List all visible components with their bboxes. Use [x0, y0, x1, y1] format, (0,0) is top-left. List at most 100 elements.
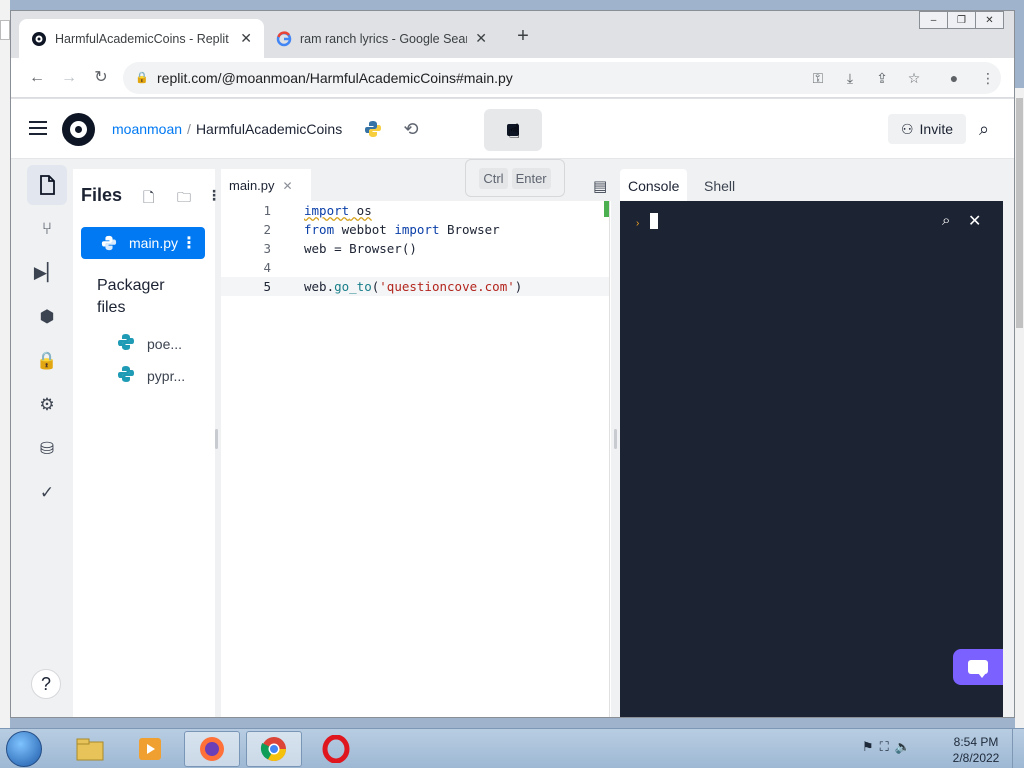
breadcrumb: moanmoan / HarmfulAcademicCoins [112, 121, 342, 137]
database-icon[interactable]: ⛁ [27, 429, 67, 469]
tab-console[interactable]: Console [620, 169, 688, 201]
show-desktop-button[interactable] [1012, 729, 1024, 768]
file-item-main-py[interactable]: main.py ⋮ [81, 227, 205, 259]
replit-logo[interactable] [62, 113, 95, 146]
action-center-icon[interactable]: ⚑ [862, 739, 874, 755]
replit-workspace: moanmoan / HarmfulAcademicCoins ⟲ ☝ ⚇ Invi… [11, 99, 1014, 717]
back-arrow-icon[interactable]: ← [27, 68, 47, 88]
console-output[interactable]: › ⌕ ✕ [620, 201, 1003, 717]
maximize-button[interactable]: ❐ [947, 11, 976, 29]
new-tab-button[interactable]: + [511, 25, 535, 48]
breadcrumb-user[interactable]: moanmoan [112, 121, 182, 137]
firefox-icon[interactable] [184, 731, 240, 767]
minimize-button[interactable]: – [919, 11, 948, 29]
clock[interactable]: 8:54 PM 2/8/2022 [944, 734, 1008, 766]
search-icon[interactable]: ⌕ [979, 119, 989, 140]
pane-resize-handle[interactable] [215, 429, 218, 449]
run-shortcut-tooltip: Ctrl Enter [465, 159, 565, 197]
profile-icon[interactable]: ● [945, 70, 963, 86]
share-icon[interactable]: ⇪ [873, 70, 891, 87]
forward-arrow-icon[interactable]: → [59, 68, 79, 88]
add-person-icon: ⚇ [900, 120, 914, 137]
pane-resize-handle[interactable] [614, 429, 617, 449]
invite-label: Invite [919, 121, 954, 137]
packager-file-item[interactable]: pypr... [117, 365, 185, 386]
help-icon[interactable]: ? [31, 669, 61, 699]
window-controls: – ❐ ✕ [919, 11, 1004, 29]
kbd-ctrl: Ctrl [479, 167, 508, 189]
tab-title: HarmfulAcademicCoins - Replit [55, 31, 229, 46]
chat-bubble-icon [968, 660, 988, 678]
code-line: 3 web = Browser() [221, 239, 609, 258]
line-source: from webbot import Browser [304, 222, 500, 237]
network-icon[interactable]: ⛶ [880, 739, 889, 755]
menu-dots-icon[interactable]: ⋮ [979, 70, 997, 87]
files-tool-icon[interactable] [27, 165, 67, 205]
google-favicon-icon [276, 30, 292, 47]
kbd-enter: Enter [511, 167, 551, 189]
system-tray: ⚑ ⛶ 🔈 [862, 739, 911, 755]
secrets-lock-icon[interactable]: 🔒 [27, 341, 67, 381]
install-icon[interactable]: ⤓ [841, 70, 859, 87]
tab-google[interactable]: ram ranch lyrics - Google Search ✕ [264, 19, 499, 58]
breadcrumb-separator: / [187, 121, 191, 137]
editor-tab-main-py[interactable]: main.py ✕ [221, 169, 311, 201]
unit-tests-check-icon[interactable]: ✓ [27, 473, 67, 513]
python-file-icon [117, 333, 135, 354]
browser-window: HarmfulAcademicCoins - Replit ✕ ram ranc… [10, 10, 1015, 718]
workspace-header: moanmoan / HarmfulAcademicCoins ⟲ ☝ ⚇ Invi… [11, 99, 1014, 159]
tab-close-icon[interactable]: ✕ [475, 30, 487, 47]
debugger-icon[interactable]: ▶▏ [27, 253, 67, 293]
packager-file-name: poe... [147, 335, 183, 352]
editor-scrollbar[interactable] [609, 201, 610, 717]
tab-shell[interactable]: Shell [696, 169, 743, 201]
mouse-pointer-icon: ☝ [508, 121, 521, 143]
opera-icon[interactable] [308, 731, 364, 767]
tab-close-icon[interactable]: ✕ [240, 30, 252, 47]
close-window-button[interactable]: ✕ [975, 11, 1004, 29]
hamburger-menu-icon[interactable] [29, 121, 47, 135]
code-line-current: 5 web.go_to('questioncove.com') [221, 277, 609, 296]
new-folder-icon[interactable]: 🗀 [177, 187, 191, 211]
volume-icon[interactable]: 🔈 [895, 739, 911, 755]
chrome-icon[interactable] [246, 731, 302, 767]
chat-button[interactable] [953, 649, 1003, 685]
python-language-icon[interactable] [363, 119, 383, 139]
bookmark-star-icon[interactable]: ☆ [905, 70, 923, 87]
new-file-icon[interactable]: 🗋 [143, 187, 154, 211]
line-source: web = Browser() [304, 241, 417, 256]
files-menu-icon[interactable]: ⋮ [207, 187, 221, 204]
reload-icon[interactable]: ↻ [91, 68, 111, 88]
console-tab-bar: ▤ Console Shell [589, 169, 1001, 201]
settings-gear-icon[interactable]: ⚙ [27, 385, 67, 425]
close-icon[interactable]: ✕ [283, 179, 293, 193]
key-icon[interactable]: ⚿ [809, 70, 827, 87]
file-explorer-icon[interactable] [62, 731, 118, 767]
scrollbar-thumb[interactable] [1016, 98, 1023, 328]
close-icon[interactable]: ✕ [968, 211, 981, 231]
taskbar: ⚑ ⛶ 🔈 8:54 PM 2/8/2022 [0, 728, 1024, 768]
url-text[interactable]: replit.com/@moanmoan/HarmfulAcademicCoin… [157, 70, 513, 86]
packager-file-item[interactable]: poe... [117, 333, 182, 354]
line-number: 3 [263, 241, 271, 256]
start-button[interactable] [6, 731, 42, 767]
tab-title: ram ranch lyrics - Google Search [300, 31, 468, 46]
media-player-icon[interactable] [122, 731, 178, 767]
code-area[interactable]: 1 import os 2 from webbot import Browser… [221, 201, 611, 717]
console-cursor [650, 213, 658, 229]
file-name: main.py [129, 235, 179, 251]
line-number: 2 [263, 222, 271, 237]
tab-replit[interactable]: HarmfulAcademicCoins - Replit ✕ [19, 19, 264, 58]
repl-name[interactable]: HarmfulAcademicCoins [196, 121, 342, 137]
file-menu-icon[interactable]: ⋮ [181, 233, 197, 253]
version-control-icon[interactable]: ⑂ [27, 209, 67, 249]
tab-strip: HarmfulAcademicCoins - Replit ✕ ram ranc… [11, 11, 1014, 58]
search-icon[interactable]: ⌕ [942, 212, 950, 229]
address-bar[interactable]: 🔒 replit.com/@moanmoan/HarmfulAcademicCo… [123, 62, 1001, 94]
page-scrollbar[interactable] [1015, 88, 1024, 728]
console-panel-icon[interactable]: ▤ [593, 177, 607, 195]
code-line: 4 [221, 258, 609, 277]
packages-icon[interactable]: ⬢ [27, 297, 67, 337]
invite-button[interactable]: ⚇ Invite [888, 114, 966, 144]
history-icon[interactable]: ⟲ [401, 119, 421, 139]
